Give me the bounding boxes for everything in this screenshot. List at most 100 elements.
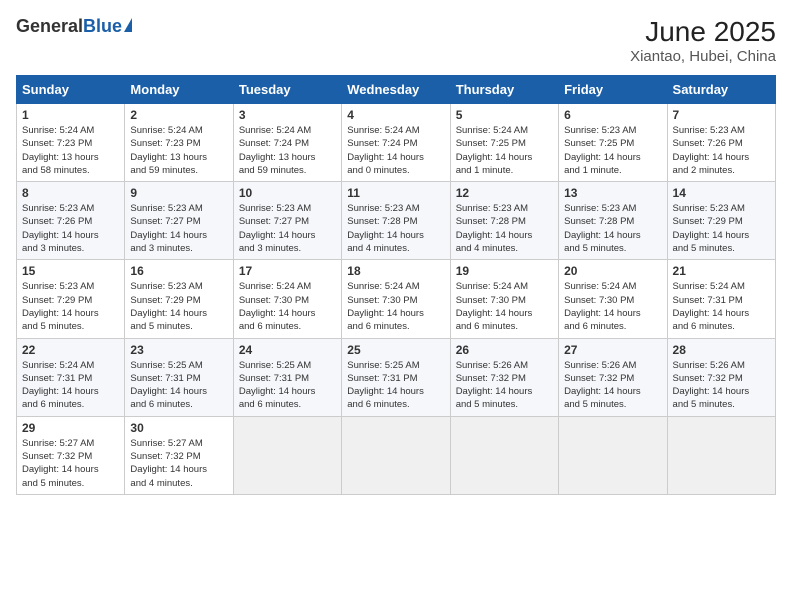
cell-line: Sunrise: 5:23 AM (22, 202, 119, 215)
cell-line: and 4 minutes. (130, 477, 227, 490)
calendar-col-tuesday: Tuesday (233, 76, 341, 104)
cell-line: Sunset: 7:29 PM (673, 215, 770, 228)
cell-info: Sunrise: 5:26 AMSunset: 7:32 PMDaylight:… (564, 359, 661, 412)
cell-line: Daylight: 13 hours (130, 151, 227, 164)
cell-line: and 5 minutes. (673, 398, 770, 411)
cell-line: Daylight: 14 hours (673, 229, 770, 242)
cell-line: Daylight: 14 hours (239, 229, 336, 242)
cell-info: Sunrise: 5:26 AMSunset: 7:32 PMDaylight:… (673, 359, 770, 412)
calendar-col-thursday: Thursday (450, 76, 558, 104)
cell-line: Sunset: 7:26 PM (673, 137, 770, 150)
calendar-cell: 30Sunrise: 5:27 AMSunset: 7:32 PMDayligh… (125, 416, 233, 494)
cell-info: Sunrise: 5:23 AMSunset: 7:27 PMDaylight:… (239, 202, 336, 255)
day-number: 28 (673, 343, 770, 357)
calendar-cell: 24 Sunrise: 5:25 AMSunset: 7:31 PMDayligh… (233, 338, 341, 416)
cell-line: Daylight: 14 hours (347, 151, 444, 164)
cell-info: Sunrise: 5:23 AMSunset: 7:26 PMDaylight:… (22, 202, 119, 255)
logo-triangle-icon (124, 18, 132, 32)
cell-line: and 3 minutes. (22, 242, 119, 255)
cell-line: Daylight: 14 hours (564, 307, 661, 320)
calendar-cell: 17Sunrise: 5:24 AMSunset: 7:30 PMDayligh… (233, 260, 341, 338)
cell-line: Daylight: 14 hours (22, 229, 119, 242)
cell-line: Daylight: 14 hours (130, 385, 227, 398)
cell-line: Daylight: 14 hours (564, 151, 661, 164)
day-number: 22 (22, 343, 119, 357)
cell-line: Sunset: 7:28 PM (456, 215, 553, 228)
day-number: 25 (347, 343, 444, 357)
cell-line: Daylight: 14 hours (673, 307, 770, 320)
cell-line: and 4 minutes. (456, 242, 553, 255)
day-number: 14 (673, 186, 770, 200)
cell-info: Sunrise: 5:24 AMSunset: 7:30 PMDaylight:… (347, 280, 444, 333)
cell-line: Sunrise: 5:25 AM (347, 359, 444, 372)
calendar-week-row: 1Sunrise: 5:24 AMSunset: 7:23 PMDaylight… (17, 104, 776, 182)
cell-line: Sunset: 7:29 PM (130, 294, 227, 307)
cell-info: Sunrise: 5:24 AMSunset: 7:30 PMDaylight:… (456, 280, 553, 333)
day-number: 6 (564, 108, 661, 122)
calendar-col-saturday: Saturday (667, 76, 775, 104)
cell-line: Sunset: 7:32 PM (673, 372, 770, 385)
cell-line: Daylight: 14 hours (347, 385, 444, 398)
calendar-cell: 21Sunrise: 5:24 AMSunset: 7:31 PMDayligh… (667, 260, 775, 338)
day-number: 4 (347, 108, 444, 122)
cell-info: Sunrise: 5:24 AMSunset: 7:23 PMDaylight:… (22, 124, 119, 177)
cell-line: Sunset: 7:31 PM (239, 372, 336, 385)
calendar-cell (450, 416, 558, 494)
cell-line: Sunset: 7:28 PM (564, 215, 661, 228)
cell-info: Sunrise: 5:24 AMSunset: 7:31 PMDaylight:… (673, 280, 770, 333)
cell-info: Sunrise: 5:23 AMSunset: 7:28 PMDaylight:… (456, 202, 553, 255)
cell-line: Sunset: 7:31 PM (673, 294, 770, 307)
cell-line: Sunset: 7:30 PM (564, 294, 661, 307)
cell-line: Sunrise: 5:24 AM (564, 280, 661, 293)
logo: General Blue (16, 16, 132, 37)
cell-line: Sunrise: 5:26 AM (673, 359, 770, 372)
cell-info: Sunrise: 5:23 AMSunset: 7:29 PMDaylight:… (130, 280, 227, 333)
cell-line: Daylight: 14 hours (239, 385, 336, 398)
calendar-week-row: 15Sunrise: 5:23 AMSunset: 7:29 PMDayligh… (17, 260, 776, 338)
cell-line: Sunset: 7:32 PM (456, 372, 553, 385)
cell-line: Sunset: 7:29 PM (22, 294, 119, 307)
cell-line: and 3 minutes. (239, 242, 336, 255)
calendar-cell (233, 416, 341, 494)
cell-info: Sunrise: 5:24 AMSunset: 7:31 PMDaylight:… (22, 359, 119, 412)
cell-line: Sunrise: 5:23 AM (564, 202, 661, 215)
cell-info: Sunrise: 5:26 AMSunset: 7:32 PMDaylight:… (456, 359, 553, 412)
calendar-cell: 11Sunrise: 5:23 AMSunset: 7:28 PMDayligh… (342, 182, 450, 260)
cell-line: Sunset: 7:32 PM (130, 450, 227, 463)
cell-line: Daylight: 14 hours (22, 307, 119, 320)
cell-line: Sunrise: 5:27 AM (130, 437, 227, 450)
cell-line: Sunrise: 5:23 AM (673, 202, 770, 215)
cell-line: Daylight: 14 hours (239, 307, 336, 320)
cell-line: Sunset: 7:23 PM (130, 137, 227, 150)
title-area: June 2025 Xiantao, Hubei, China (630, 16, 776, 65)
cell-line: Sunset: 7:32 PM (22, 450, 119, 463)
day-number: 24 (239, 343, 336, 357)
cell-info: Sunrise: 5:24 AMSunset: 7:30 PMDaylight:… (239, 280, 336, 333)
cell-line: Sunrise: 5:24 AM (239, 280, 336, 293)
cell-line: Sunrise: 5:26 AM (456, 359, 553, 372)
cell-line: Sunset: 7:25 PM (564, 137, 661, 150)
cell-line: Sunset: 7:31 PM (22, 372, 119, 385)
cell-line: and 58 minutes. (22, 164, 119, 177)
cell-line: Sunrise: 5:23 AM (130, 280, 227, 293)
calendar-header-row: SundayMondayTuesdayWednesdayThursdayFrid… (17, 76, 776, 104)
day-number: 27 (564, 343, 661, 357)
calendar-col-sunday: Sunday (17, 76, 125, 104)
calendar-cell: 2Sunrise: 5:24 AMSunset: 7:23 PMDaylight… (125, 104, 233, 182)
calendar-cell: 18Sunrise: 5:24 AMSunset: 7:30 PMDayligh… (342, 260, 450, 338)
day-number: 16 (130, 264, 227, 278)
cell-line: Sunrise: 5:24 AM (347, 280, 444, 293)
day-number: 8 (22, 186, 119, 200)
cell-info: Sunrise: 5:25 AMSunset: 7:31 PMDaylight:… (239, 359, 336, 412)
cell-info: Sunrise: 5:23 AMSunset: 7:29 PMDaylight:… (673, 202, 770, 255)
calendar-subtitle: Xiantao, Hubei, China (630, 48, 776, 65)
day-number: 15 (22, 264, 119, 278)
cell-info: Sunrise: 5:23 AMSunset: 7:26 PMDaylight:… (673, 124, 770, 177)
cell-line: and 5 minutes. (22, 477, 119, 490)
cell-line: Sunrise: 5:23 AM (130, 202, 227, 215)
cell-line: Sunset: 7:27 PM (239, 215, 336, 228)
cell-line: Sunset: 7:30 PM (456, 294, 553, 307)
cell-line: Daylight: 14 hours (673, 385, 770, 398)
cell-line: Sunset: 7:24 PM (347, 137, 444, 150)
cell-line: and 2 minutes. (673, 164, 770, 177)
